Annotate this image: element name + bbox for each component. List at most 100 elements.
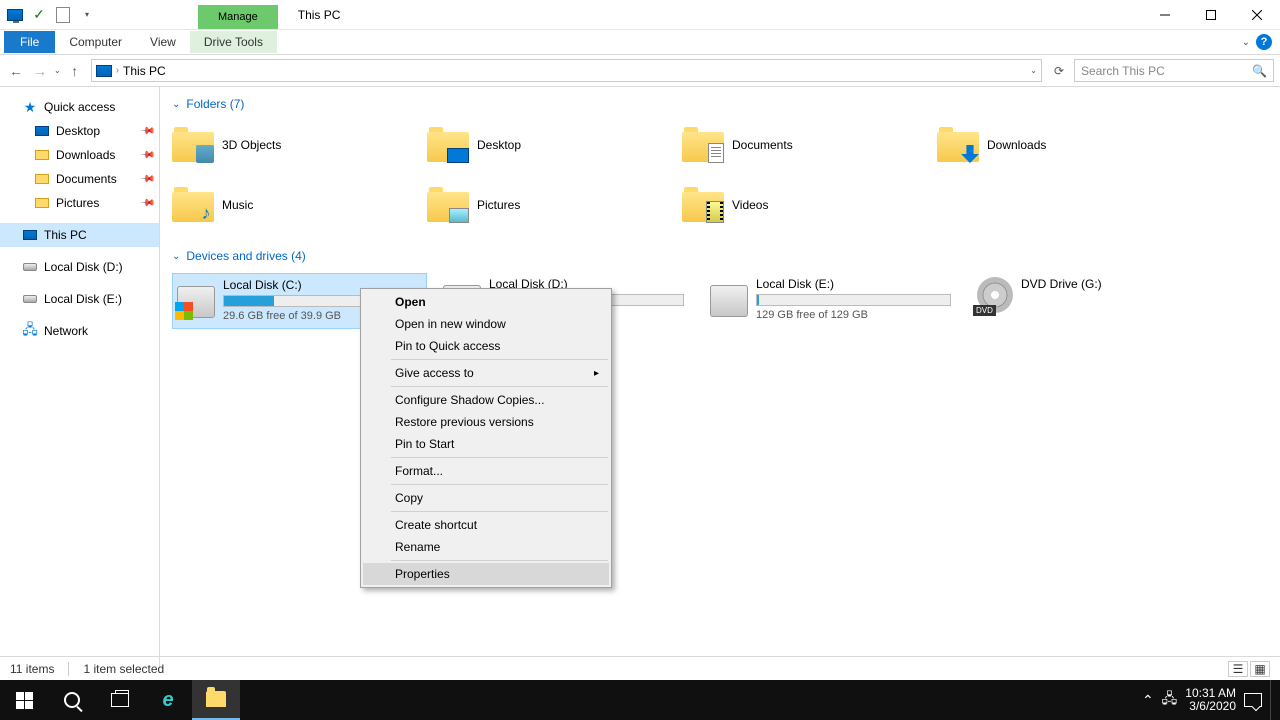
- separator: [391, 560, 608, 561]
- sidebar-quick-access[interactable]: ★ Quick access: [0, 95, 159, 119]
- back-button[interactable]: ←: [6, 63, 26, 79]
- window-title: This PC: [298, 8, 341, 22]
- ribbon-tabs: File Computer View Drive Tools ⌄ ?: [0, 30, 1280, 55]
- ctx-create-shortcut[interactable]: Create shortcut: [363, 514, 609, 536]
- ctx-restore-versions[interactable]: Restore previous versions: [363, 411, 609, 433]
- ctx-pin-quick-access[interactable]: Pin to Quick access: [363, 335, 609, 357]
- drives-group-header[interactable]: ⌄ Devices and drives (4): [172, 249, 1268, 263]
- separator: [391, 359, 608, 360]
- ctx-give-access[interactable]: Give access to ▸: [363, 362, 609, 384]
- ctx-format[interactable]: Format...: [363, 460, 609, 482]
- view-tab[interactable]: View: [136, 31, 190, 53]
- drive-icon: [177, 286, 215, 318]
- file-tab[interactable]: File: [4, 31, 55, 53]
- search-icon[interactable]: 🔍: [1252, 64, 1267, 78]
- expand-ribbon-icon[interactable]: ⌄: [1242, 37, 1250, 48]
- folder-item[interactable]: Documents: [682, 121, 937, 169]
- folder-name: Desktop: [477, 138, 521, 152]
- action-center-icon[interactable]: [1244, 693, 1262, 707]
- folder-item[interactable]: Videos: [682, 181, 937, 229]
- taskbar-search[interactable]: [48, 680, 96, 720]
- network-tray-icon[interactable]: 🖧: [1162, 688, 1178, 712]
- ctx-copy[interactable]: Copy: [363, 487, 609, 509]
- content-pane: ⌄ Folders (7) 3D Objects Desktop Documents…: [160, 87, 1280, 667]
- refresh-button[interactable]: ⟳: [1048, 64, 1070, 78]
- drive-icon: [22, 291, 38, 307]
- capacity-bar: [756, 294, 951, 306]
- tray-chevron-icon[interactable]: ⌃: [1142, 692, 1154, 709]
- address-bar[interactable]: › This PC ⌄: [91, 59, 1042, 82]
- folder-item[interactable]: Desktop: [427, 121, 682, 169]
- drive-icon: [710, 285, 748, 317]
- submenu-arrow-icon: ▸: [594, 368, 599, 379]
- details-view-button[interactable]: ☰: [1228, 661, 1248, 677]
- minimize-button[interactable]: [1142, 0, 1188, 30]
- ctx-shadow-copies[interactable]: Configure Shadow Copies...: [363, 389, 609, 411]
- taskbar: e ⌃ 🖧 10:31 AM 3/6/2020: [0, 680, 1280, 720]
- computer-tab[interactable]: Computer: [55, 31, 136, 53]
- sidebar-label: This PC: [44, 228, 87, 242]
- app-icon[interactable]: [4, 4, 26, 26]
- address-dropdown-icon[interactable]: ⌄: [1030, 66, 1037, 75]
- taskbar-ie[interactable]: e: [144, 680, 192, 720]
- dvd-icon: [977, 277, 1013, 313]
- qat-customize-icon[interactable]: ▾: [76, 4, 98, 26]
- separator: [391, 511, 608, 512]
- folder-icon: [206, 691, 226, 707]
- sidebar-desktop[interactable]: Desktop📌: [0, 119, 159, 143]
- task-view-button[interactable]: [96, 680, 144, 720]
- folder-item[interactable]: ♪Music: [172, 181, 427, 229]
- breadcrumb-location[interactable]: This PC: [123, 64, 166, 78]
- taskbar-explorer[interactable]: [192, 680, 240, 720]
- help-icon[interactable]: ?: [1256, 34, 1272, 50]
- sidebar-label: Network: [44, 324, 88, 338]
- sidebar-drive-e[interactable]: Local Disk (E:): [0, 287, 159, 311]
- ctx-rename[interactable]: Rename: [363, 536, 609, 558]
- folder-icon: [172, 127, 214, 163]
- sidebar-documents[interactable]: Documents📌: [0, 167, 159, 191]
- separator: [391, 457, 608, 458]
- dvd-drive-item[interactable]: DVD Drive (G:): [973, 273, 1228, 329]
- context-menu: Open Open in new window Pin to Quick acc…: [360, 288, 612, 588]
- clock[interactable]: 10:31 AM 3/6/2020: [1185, 687, 1236, 713]
- manage-tab-header: Manage: [198, 5, 278, 29]
- breadcrumb-separator-icon[interactable]: ›: [116, 65, 119, 76]
- large-icons-view-button[interactable]: ▦: [1250, 661, 1270, 677]
- folder-item[interactable]: Downloads: [937, 121, 1192, 169]
- sidebar-downloads[interactable]: Downloads📌: [0, 143, 159, 167]
- folder-name: Pictures: [477, 198, 520, 212]
- new-folder-qat-icon[interactable]: [52, 4, 74, 26]
- separator: [391, 484, 608, 485]
- search-input[interactable]: Search This PC 🔍: [1074, 59, 1274, 82]
- ctx-open-new-window[interactable]: Open in new window: [363, 313, 609, 335]
- chevron-down-icon: ⌄: [172, 99, 180, 110]
- history-dropdown-icon[interactable]: ⌄: [54, 66, 61, 75]
- sidebar-pictures[interactable]: Pictures📌: [0, 191, 159, 215]
- maximize-button[interactable]: [1188, 0, 1234, 30]
- star-icon: ★: [22, 99, 38, 115]
- pin-icon: 📌: [138, 171, 155, 188]
- sidebar-network[interactable]: 🖧 Network: [0, 319, 159, 343]
- pin-icon: 📌: [138, 195, 155, 212]
- drive-item[interactable]: Local Disk (E:) 129 GB free of 129 GB: [706, 273, 961, 329]
- properties-qat-icon[interactable]: ✓: [28, 4, 50, 26]
- show-desktop-button[interactable]: [1270, 680, 1276, 720]
- folder-icon: [937, 127, 979, 163]
- drive-tools-tab[interactable]: Drive Tools: [190, 31, 277, 53]
- sidebar-drive-d[interactable]: Local Disk (D:): [0, 255, 159, 279]
- ctx-open[interactable]: Open: [363, 291, 609, 313]
- contextual-tab-group: Manage: [198, 0, 278, 29]
- navigation-pane: ★ Quick access Desktop📌 Downloads📌 Docum…: [0, 87, 160, 667]
- sidebar-this-pc[interactable]: This PC: [0, 223, 159, 247]
- folder-icon: [682, 127, 724, 163]
- ctx-label: Give access to: [395, 366, 474, 380]
- ctx-pin-start[interactable]: Pin to Start: [363, 433, 609, 455]
- folders-group-header[interactable]: ⌄ Folders (7): [172, 97, 1268, 111]
- start-button[interactable]: [0, 680, 48, 720]
- folder-item[interactable]: Pictures: [427, 181, 682, 229]
- close-button[interactable]: [1234, 0, 1280, 30]
- network-icon: 🖧: [22, 323, 38, 339]
- up-button[interactable]: ↑: [65, 63, 85, 79]
- ctx-properties[interactable]: Properties: [363, 563, 609, 585]
- folder-item[interactable]: 3D Objects: [172, 121, 427, 169]
